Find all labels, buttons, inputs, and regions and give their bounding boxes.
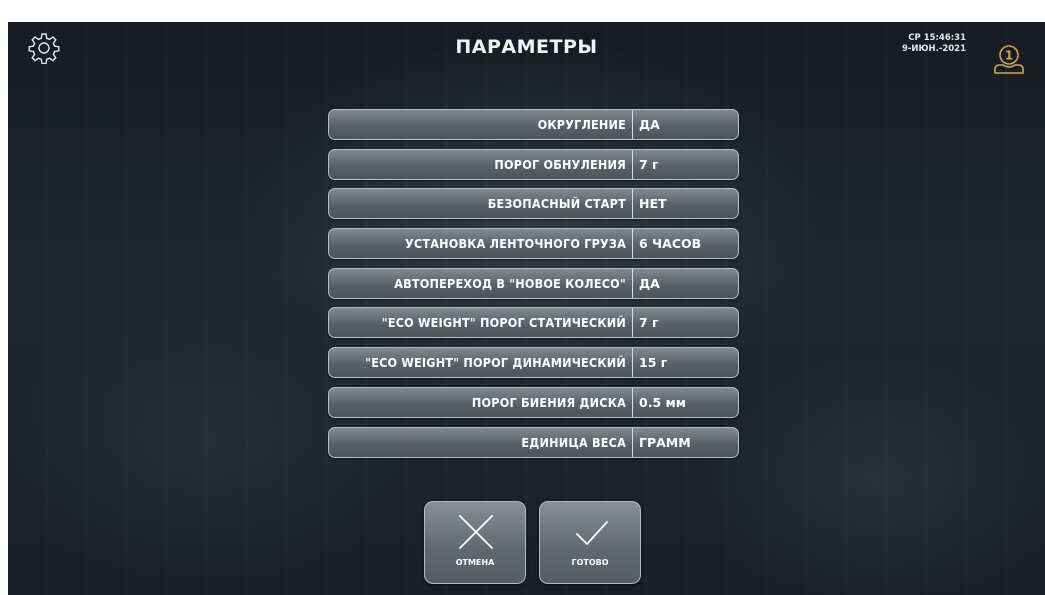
time-text: СР 15:46:31 <box>908 33 966 43</box>
cancel-label: ОТМЕНА <box>455 558 495 567</box>
param-row-rim-runout[interactable]: ПОРОГ БИЕНИЯ ДИСКА 0.5 мм <box>328 386 739 418</box>
param-label: ПОРОГ ОБНУЛЕНИЯ <box>329 149 633 179</box>
parameter-list: ОКРУГЛЕНИЕ ДА ПОРОГ ОБНУЛЕНИЯ 7 г БЕЗОПА… <box>328 109 739 466</box>
param-label: "ECO WEIGHT" ПОРОГ СТАТИЧЕСКИЙ <box>329 308 633 338</box>
param-label: ОКРУГЛЕНИЕ <box>329 110 633 139</box>
screen-background: ПАРАМЕТРЫ СР 15:46:31 9-ИЮН.-2021 1 ОКРУ… <box>8 22 1045 595</box>
user-profile-icon[interactable]: 1 <box>992 42 1026 76</box>
param-value: ДА <box>639 117 660 132</box>
param-row-eco-static[interactable]: "ECO WEIGHT" ПОРОГ СТАТИЧЕСКИЙ 7 г <box>328 307 739 339</box>
datetime-display: СР 15:46:31 9-ИЮН.-2021 <box>880 33 966 55</box>
cancel-button[interactable]: ОТМЕНА <box>424 501 526 584</box>
param-value: 6 ЧАСОВ <box>639 236 702 252</box>
param-value: НЕТ <box>639 196 667 212</box>
param-label: "ECO WEIGHT" ПОРОГ ДИНАМИЧЕСКИЙ <box>329 348 633 378</box>
param-row-safe-start[interactable]: БЕЗОПАСНЫЙ СТАРТ НЕТ <box>328 188 739 220</box>
param-row-rounding[interactable]: ОКРУГЛЕНИЕ ДА <box>328 109 739 140</box>
param-label: ПОРОГ БИЕНИЯ ДИСКА <box>329 387 633 417</box>
param-label: ЕДИНИЦА ВЕСА <box>329 427 633 457</box>
param-row-weight-unit[interactable]: ЕДИНИЦА ВЕСА ГРАММ <box>328 426 739 458</box>
param-value: 15 г <box>639 355 668 371</box>
date-text: 9-ИЮН.-2021 <box>901 44 966 54</box>
param-label: БЕЗОПАСНЫЙ СТАРТ <box>329 189 633 219</box>
done-label: ГОТОВО <box>571 558 609 567</box>
param-value: ГРАММ <box>639 434 691 450</box>
param-value: 0.5 мм <box>639 394 686 410</box>
param-label: АВТОПЕРЕХОД В "НОВОЕ КОЛЕСО" <box>329 268 633 298</box>
x-cross-icon <box>459 515 493 549</box>
param-value: 7 г <box>639 156 659 172</box>
done-button[interactable]: ГОТОВО <box>539 501 641 584</box>
param-row-eco-dynamic[interactable]: "ECO WEIGHT" ПОРОГ ДИНАМИЧЕСКИЙ 15 г <box>328 347 739 379</box>
param-label: УСТАНОВКА ЛЕНТОЧНОГО ГРУЗА <box>329 229 633 259</box>
checkmark-icon <box>576 521 608 545</box>
param-value: 7 г <box>639 315 659 331</box>
param-row-auto-new-wheel[interactable]: АВТОПЕРЕХОД В "НОВОЕ КОЛЕСО" ДА <box>328 267 739 299</box>
param-row-tape-weight[interactable]: УСТАНОВКА ЛЕНТОЧНОГО ГРУЗА 6 ЧАСОВ <box>328 228 739 260</box>
param-row-zero-threshold[interactable]: ПОРОГ ОБНУЛЕНИЯ 7 г <box>328 148 739 180</box>
param-value: ДА <box>639 275 660 291</box>
user-number: 1 <box>1005 49 1013 63</box>
